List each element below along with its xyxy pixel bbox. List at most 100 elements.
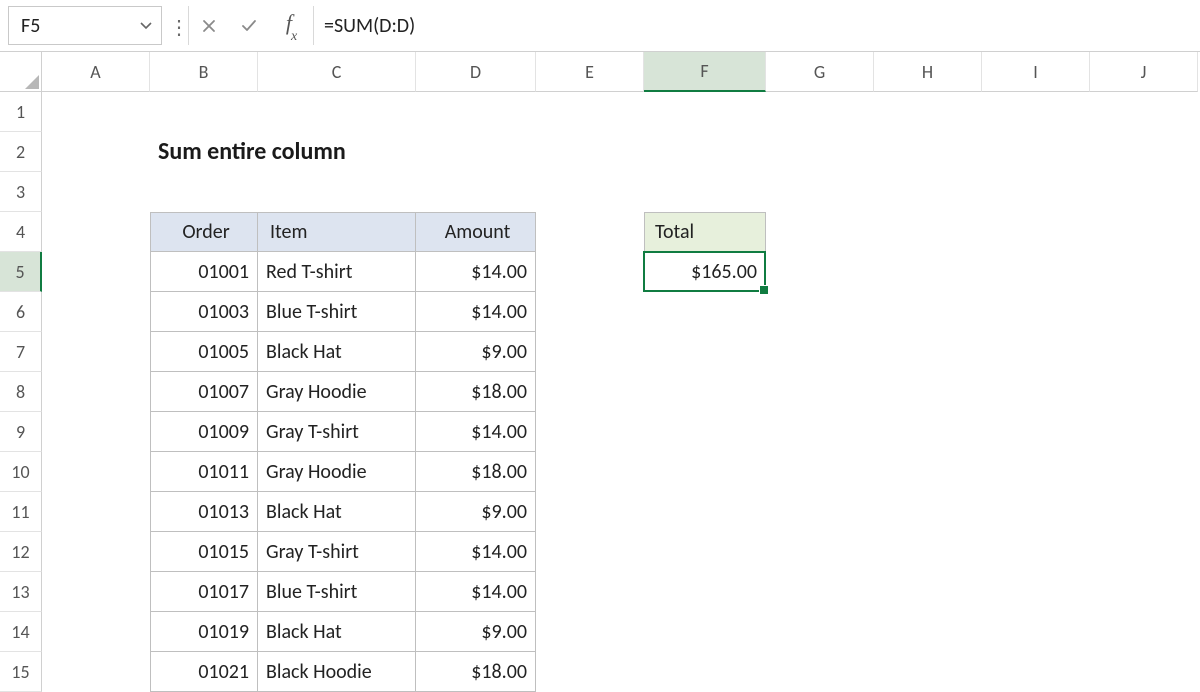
table-header-order[interactable]: Order bbox=[150, 212, 258, 252]
cell[interactable] bbox=[982, 92, 1090, 132]
cell[interactable] bbox=[874, 492, 982, 532]
cell[interactable] bbox=[644, 412, 766, 452]
cell[interactable] bbox=[874, 412, 982, 452]
cell[interactable] bbox=[42, 412, 150, 452]
table-cell-amount[interactable]: $9.00 bbox=[416, 332, 536, 372]
cell[interactable] bbox=[42, 372, 150, 412]
cell[interactable] bbox=[1090, 372, 1198, 412]
table-cell-order[interactable]: 01011 bbox=[150, 452, 258, 492]
cell[interactable] bbox=[416, 92, 536, 132]
cell[interactable] bbox=[536, 572, 644, 612]
table-cell-amount[interactable]: $18.00 bbox=[416, 452, 536, 492]
cell[interactable] bbox=[644, 452, 766, 492]
cell[interactable] bbox=[416, 132, 536, 172]
table-cell-item[interactable]: Gray T-shirt bbox=[258, 532, 416, 572]
column-header[interactable]: G bbox=[766, 52, 874, 92]
cell[interactable] bbox=[982, 172, 1090, 212]
column-header[interactable]: J bbox=[1090, 52, 1198, 92]
column-header[interactable]: F bbox=[644, 52, 766, 92]
cell[interactable] bbox=[42, 172, 150, 212]
row-header[interactable]: 13 bbox=[0, 572, 42, 612]
table-header-item[interactable]: Item bbox=[258, 212, 416, 252]
cell[interactable] bbox=[42, 252, 150, 292]
cell[interactable] bbox=[42, 92, 150, 132]
cell[interactable] bbox=[982, 372, 1090, 412]
cell[interactable] bbox=[536, 132, 644, 172]
cell[interactable] bbox=[644, 332, 766, 372]
table-cell-item[interactable]: Gray Hoodie bbox=[258, 372, 416, 412]
cell[interactable] bbox=[536, 652, 644, 692]
cell[interactable] bbox=[1090, 612, 1198, 652]
cell[interactable] bbox=[766, 332, 874, 372]
table-cell-order[interactable]: 01013 bbox=[150, 492, 258, 532]
cell[interactable] bbox=[536, 452, 644, 492]
table-cell-amount[interactable]: $14.00 bbox=[416, 252, 536, 292]
cell[interactable] bbox=[1090, 452, 1198, 492]
cell[interactable] bbox=[1090, 572, 1198, 612]
cell[interactable] bbox=[982, 532, 1090, 572]
cell[interactable] bbox=[536, 92, 644, 132]
cell[interactable] bbox=[42, 612, 150, 652]
cell[interactable] bbox=[536, 532, 644, 572]
cell[interactable] bbox=[1090, 132, 1198, 172]
cell[interactable] bbox=[766, 652, 874, 692]
cell[interactable] bbox=[258, 92, 416, 132]
row-header[interactable]: 15 bbox=[0, 652, 42, 692]
cell[interactable] bbox=[644, 652, 766, 692]
cell[interactable] bbox=[874, 572, 982, 612]
cell[interactable] bbox=[150, 172, 258, 212]
cell[interactable] bbox=[536, 252, 644, 292]
cell[interactable] bbox=[982, 132, 1090, 172]
cell[interactable] bbox=[1090, 172, 1198, 212]
insert-function-button[interactable]: fx bbox=[269, 0, 313, 51]
cell[interactable] bbox=[874, 332, 982, 372]
table-cell-item[interactable]: Blue T-shirt bbox=[258, 292, 416, 332]
cell[interactable] bbox=[644, 492, 766, 532]
table-cell-order[interactable]: 01005 bbox=[150, 332, 258, 372]
cell[interactable] bbox=[42, 652, 150, 692]
cell[interactable] bbox=[536, 412, 644, 452]
cell[interactable] bbox=[1090, 212, 1198, 252]
column-header[interactable]: H bbox=[874, 52, 982, 92]
cell[interactable] bbox=[982, 652, 1090, 692]
row-header[interactable]: 11 bbox=[0, 492, 42, 532]
cell[interactable] bbox=[536, 212, 644, 252]
cell[interactable] bbox=[982, 212, 1090, 252]
cell[interactable] bbox=[644, 612, 766, 652]
cell[interactable] bbox=[874, 612, 982, 652]
table-cell-item[interactable]: Gray T-shirt bbox=[258, 412, 416, 452]
cell[interactable] bbox=[874, 292, 982, 332]
table-cell-amount[interactable]: $14.00 bbox=[416, 532, 536, 572]
row-header[interactable]: 4 bbox=[0, 212, 42, 252]
cell[interactable] bbox=[416, 172, 536, 212]
cell[interactable] bbox=[644, 532, 766, 572]
cell[interactable] bbox=[766, 132, 874, 172]
row-header[interactable]: 10 bbox=[0, 452, 42, 492]
cell[interactable] bbox=[1090, 412, 1198, 452]
cell[interactable] bbox=[766, 532, 874, 572]
cell[interactable] bbox=[42, 332, 150, 372]
cell[interactable] bbox=[874, 92, 982, 132]
cell[interactable] bbox=[644, 92, 766, 132]
cell[interactable] bbox=[766, 172, 874, 212]
cell[interactable] bbox=[874, 532, 982, 572]
table-cell-amount[interactable]: $9.00 bbox=[416, 492, 536, 532]
cell[interactable] bbox=[644, 372, 766, 412]
cell[interactable] bbox=[982, 292, 1090, 332]
cell[interactable] bbox=[766, 372, 874, 412]
column-header[interactable]: E bbox=[536, 52, 644, 92]
cell[interactable] bbox=[982, 252, 1090, 292]
row-header[interactable]: 6 bbox=[0, 292, 42, 332]
cell[interactable] bbox=[874, 132, 982, 172]
formula-bar-grip-icon[interactable]: ⋮ bbox=[170, 0, 188, 51]
select-all-corner[interactable] bbox=[0, 52, 42, 92]
cell[interactable] bbox=[766, 252, 874, 292]
total-label[interactable]: Total bbox=[644, 212, 766, 252]
cell[interactable] bbox=[766, 452, 874, 492]
cell[interactable] bbox=[42, 132, 150, 172]
row-header[interactable]: 8 bbox=[0, 372, 42, 412]
cell[interactable] bbox=[766, 612, 874, 652]
cell[interactable] bbox=[874, 652, 982, 692]
spreadsheet-grid[interactable]: ABCDEFGHIJ12Sum entire column34OrderItem… bbox=[0, 52, 1200, 692]
table-header-amount[interactable]: Amount bbox=[416, 212, 536, 252]
